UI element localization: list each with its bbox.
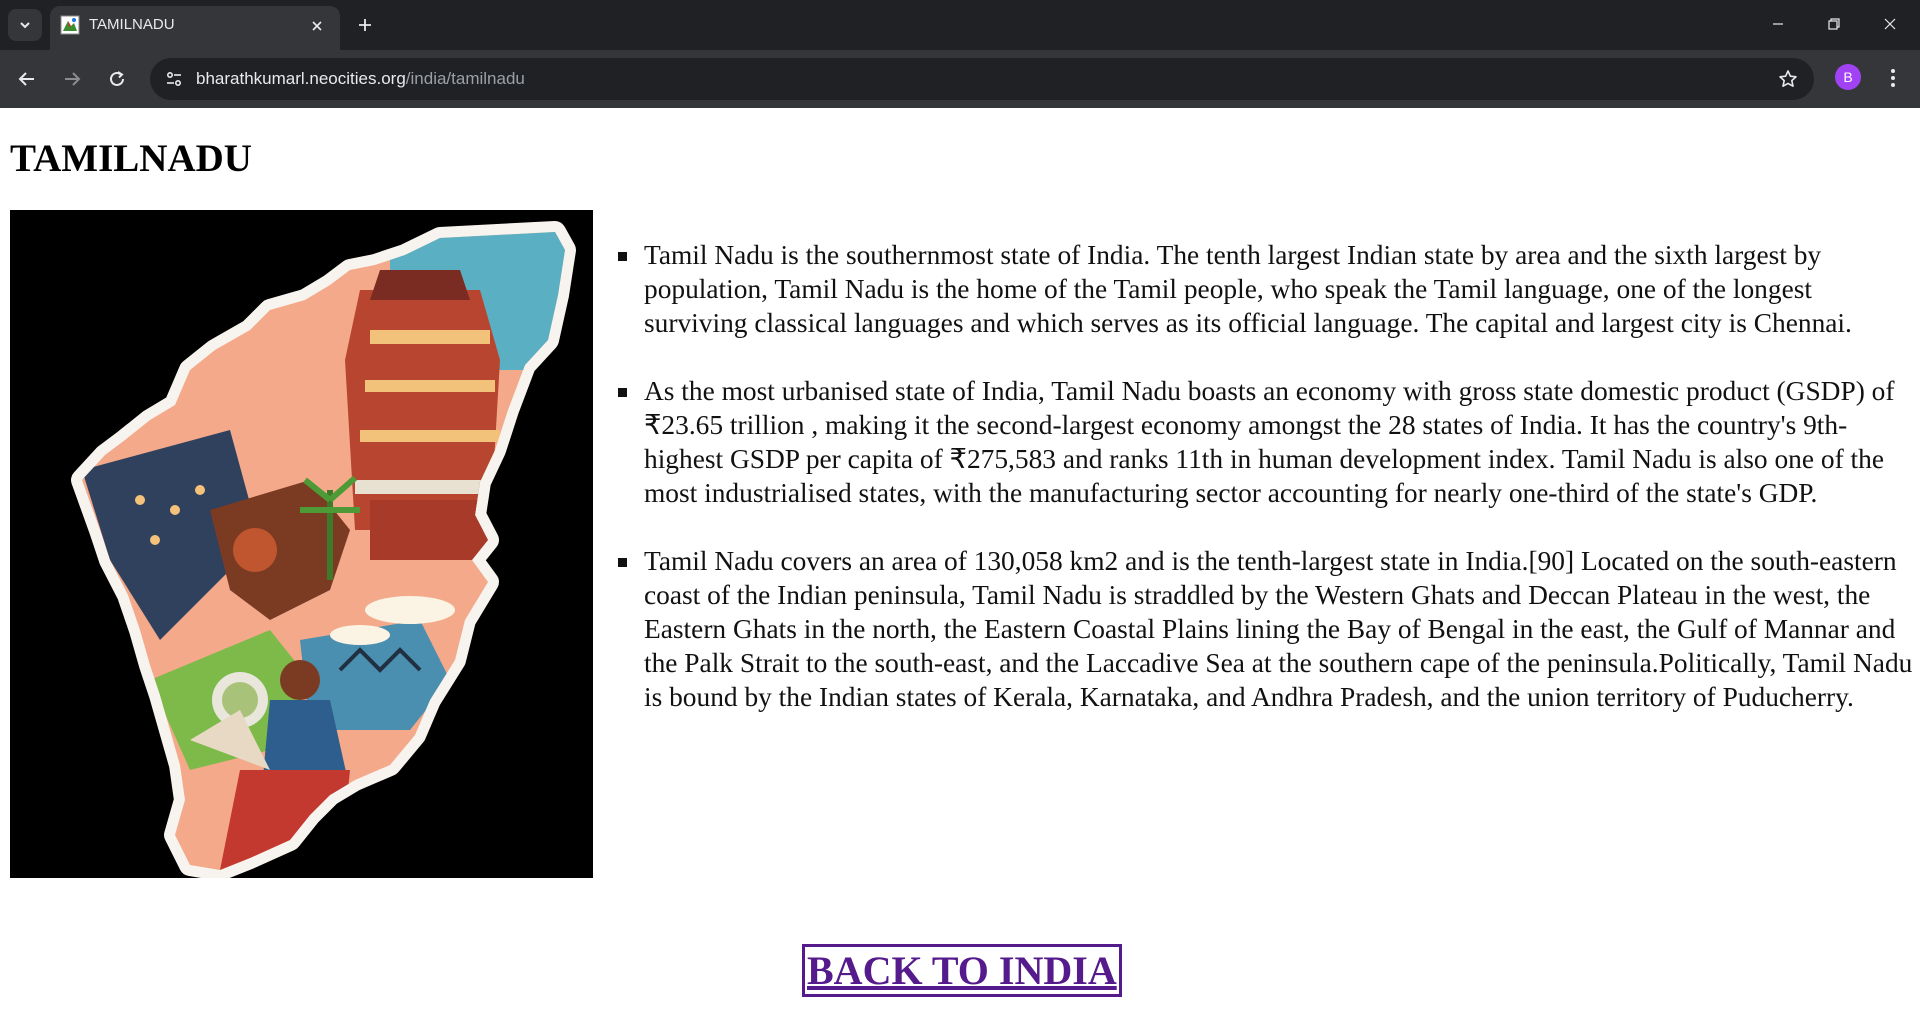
profile-avatar[interactable]: B [1835, 64, 1861, 90]
site-info-button[interactable] [160, 65, 188, 93]
restore-icon [1828, 18, 1840, 30]
close-window-icon [1884, 18, 1896, 30]
url-domain: bharathkumarl.neocities.org [196, 69, 406, 88]
arrow-left-icon [18, 72, 34, 86]
more-vertical-icon [1891, 69, 1895, 87]
tab-close-button[interactable] [306, 15, 328, 37]
url-text[interactable]: bharathkumarl.neocities.org/india/tamiln… [196, 69, 525, 89]
bullet-icon [618, 558, 627, 567]
back-button[interactable] [12, 64, 42, 94]
browser-menu-button[interactable] [1880, 64, 1906, 92]
star-icon [1779, 70, 1797, 87]
tab-title: TAMILNADU [89, 16, 175, 33]
forward-button[interactable] [57, 64, 87, 94]
page-content: TAMILNADU Tamil Nadu is the southernmost… [0, 108, 1920, 1020]
minimize-window-button[interactable] [1750, 0, 1806, 48]
chevron-down-icon [20, 22, 30, 29]
back-to-india-link[interactable]: BACK TO INDIA [802, 944, 1122, 997]
restore-window-button[interactable] [1806, 0, 1862, 48]
arrow-right-icon [65, 72, 81, 86]
tab-search-button[interactable] [8, 9, 42, 41]
site-favicon-icon [60, 15, 80, 35]
close-icon [312, 21, 322, 31]
plus-icon [359, 19, 371, 31]
bookmark-button[interactable] [1776, 67, 1800, 91]
page-title: TAMILNADU [10, 137, 252, 180]
fact-text: Tamil Nadu is the southernmost state of … [644, 240, 1852, 338]
bullet-icon [618, 388, 627, 397]
minimize-icon [1773, 23, 1783, 25]
new-tab-button[interactable] [352, 12, 378, 38]
list-item: As the most urbanised state of India, Ta… [614, 374, 1914, 510]
tamilnadu-illustration [71, 221, 576, 878]
tamilnadu-map-image [10, 210, 593, 878]
close-window-button[interactable] [1862, 0, 1918, 48]
active-tab[interactable]: TAMILNADU [50, 6, 340, 50]
url-path: /india/tamilnadu [405, 69, 525, 88]
list-item: Tamil Nadu covers an area of 130,058 km2… [614, 544, 1914, 714]
bullet-icon [618, 252, 627, 261]
tune-icon [166, 71, 182, 87]
address-bar[interactable]: bharathkumarl.neocities.org/india/tamiln… [150, 58, 1814, 100]
fact-text: As the most urbanised state of India, Ta… [644, 376, 1895, 508]
reload-button[interactable] [102, 64, 132, 94]
list-item: Tamil Nadu is the southernmost state of … [614, 238, 1914, 340]
browser-toolbar: bharathkumarl.neocities.org/india/tamiln… [0, 50, 1920, 108]
browser-tab-bar: TAMILNADU [0, 0, 1920, 50]
facts-list: Tamil Nadu is the southernmost state of … [614, 238, 1914, 748]
fact-text: Tamil Nadu covers an area of 130,058 km2… [644, 546, 1913, 712]
reload-icon [110, 71, 124, 86]
